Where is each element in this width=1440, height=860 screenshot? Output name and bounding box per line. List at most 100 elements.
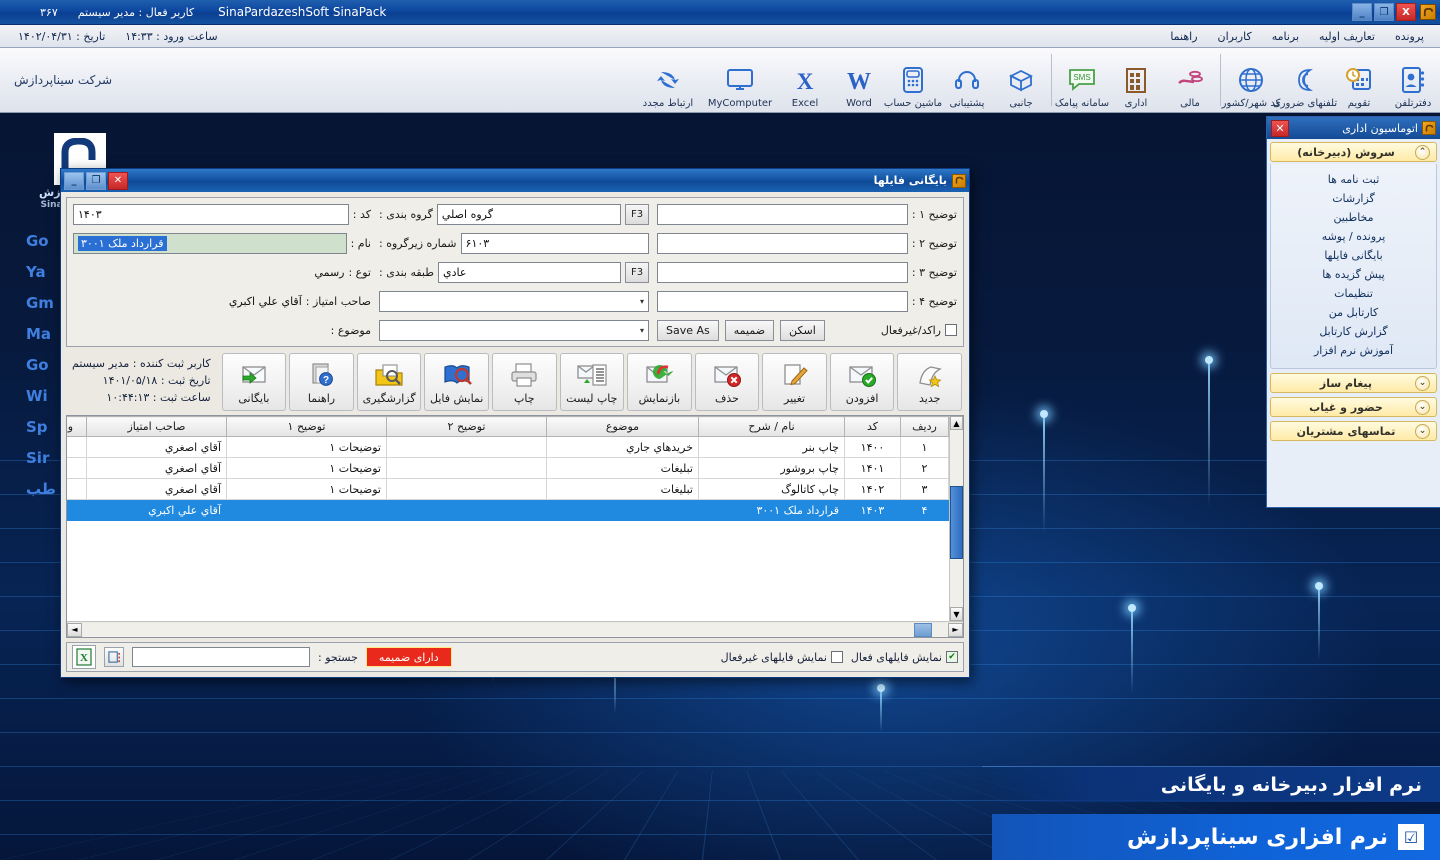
h-scroll-track[interactable] (82, 622, 948, 637)
sidebar-item-settings[interactable]: تنظیمات (1281, 284, 1426, 303)
scroll-thumb[interactable] (950, 486, 963, 559)
scroll-up-arrow-icon[interactable]: ▲ (950, 416, 963, 430)
table-row[interactable]: ۱ ۱۴۰۰ چاپ بنر خریدهاي جاري توضیحات ۱ آق… (67, 436, 949, 458)
sidebar-section-soroush[interactable]: ⌃ سروش (دبیرخانه) (1270, 142, 1437, 162)
toolbar-button-administrative[interactable]: اداری (1109, 48, 1163, 112)
toolbar-button-word[interactable]: W Word (832, 48, 886, 112)
sidebar-item-folder[interactable]: پرونده / پوشه (1281, 227, 1426, 246)
chevron-down-icon[interactable]: ⌄ (1415, 423, 1430, 439)
minimize-button[interactable]: _ (1352, 3, 1372, 21)
desc1-input[interactable] (657, 203, 908, 225)
action-refresh[interactable]: بازنمایش (627, 353, 692, 411)
dialog-title-bar[interactable]: بایگانی فایلها _ ❐ ✕ (61, 169, 969, 192)
grid-horizontal-scrollbar[interactable]: ◄ ► (67, 621, 963, 637)
toolbar-button-emergency-phones[interactable]: تلفنهای ضروری (1273, 48, 1337, 112)
menu-item-taarif-avalieh[interactable]: تعاریف اولیه (1309, 28, 1385, 45)
action-reporting[interactable]: گزارشگیری (356, 353, 422, 411)
action-view-file[interactable]: نمایش فایل (424, 353, 489, 411)
owner-select[interactable]: ▾ (379, 290, 649, 312)
sidebar-item-file-archive[interactable]: بایگانی فایلها (1281, 246, 1426, 265)
sidebar-item-software-training[interactable]: آموزش نرم افزار (1281, 341, 1426, 360)
toolbar-button-financial[interactable]: مالی (1163, 48, 1217, 112)
sidebar-item-my-cartable[interactable]: کارتابل من (1281, 303, 1426, 322)
action-archive[interactable]: بایگانی (221, 353, 287, 411)
sidebar-item-contacts[interactable]: مخاطبین (1281, 208, 1426, 227)
main-toolbar[interactable]: دفترتلفن تقویم تلفنهای ضروری کد شهر/کشور (0, 48, 1440, 113)
scroll-down-arrow-icon[interactable]: ▼ (950, 607, 963, 621)
toolbar-button-excel[interactable]: X Excel (778, 48, 832, 112)
menu-item-karbaran[interactable]: کاربران (1208, 28, 1262, 45)
maximize-button[interactable]: ❐ (1374, 3, 1394, 21)
h-scroll-thumb[interactable] (914, 622, 932, 637)
toolbar-button-city-country-code[interactable]: کد شهر/کشور (1222, 48, 1280, 112)
table-row[interactable]: ۳ ۱۴۰۲ چاپ کاتالوگ تبلیغات توضیحات ۱ آقا… (67, 478, 949, 500)
action-new[interactable]: جدید (897, 353, 962, 411)
sidebar-item-presets[interactable]: پیش گزیده ها (1281, 265, 1426, 284)
desc2-input[interactable] (657, 232, 908, 254)
chevron-down-icon[interactable]: ⌄ (1415, 375, 1430, 391)
col-subject[interactable]: موضوع (546, 416, 699, 437)
name-input[interactable]: قرارداد ملک ۳۰۰۱ (73, 232, 347, 254)
menu-item-barnameh[interactable]: برنامه (1262, 28, 1309, 45)
table-row[interactable]: ۲ ۱۴۰۱ چاپ بروشور تبلیغات توضیحات ۱ آقاي… (67, 457, 949, 479)
has-attachment-filter-button[interactable]: دارای ضمیمه (365, 647, 452, 667)
sidebar-item-cartable-report[interactable]: گزارش کارتابل (1281, 322, 1426, 341)
menu-item-parvandeh[interactable]: پرونده (1385, 28, 1434, 45)
action-add[interactable]: افزودن (829, 353, 895, 411)
col-desc-partial[interactable]: وضیح (67, 416, 87, 437)
subject-select[interactable]: ▾ (379, 319, 649, 341)
group-input[interactable]: گروه اصلي (436, 203, 621, 225)
code-input[interactable]: ۱۴۰۳ (73, 203, 349, 225)
col-name[interactable]: نام / شرح (698, 416, 845, 437)
toolbar-button-calendar[interactable]: تقویم (1332, 48, 1386, 112)
save-as-button[interactable]: Save As (657, 319, 719, 341)
table-row-selected[interactable]: ۴ ۱۴۰۳ قرارداد ملک ۳۰۰۱ آقاي علي اکبري (67, 499, 949, 521)
chevron-up-icon[interactable]: ⌃ (1415, 144, 1430, 160)
excel-export-icon[interactable]: X (72, 645, 96, 669)
side-panel-close-icon[interactable]: ✕ (1271, 119, 1289, 137)
group-f3-button[interactable]: F3 (625, 203, 649, 225)
classification-f3-button[interactable]: F3 (625, 261, 649, 283)
show-inactive-files-group[interactable]: نمایش فایلهای غیرفعال (721, 651, 843, 664)
action-print[interactable]: چاپ (491, 353, 557, 411)
sidebar-item-register-letters[interactable]: ثبت نامه ها (1281, 170, 1426, 189)
scan-button[interactable]: اسکن (780, 319, 825, 341)
desc4-input[interactable] (657, 290, 908, 312)
chevron-down-icon[interactable]: ⌄ (1415, 399, 1430, 415)
dialog-window-controls[interactable]: _ ❐ ✕ (64, 171, 128, 190)
col-owner[interactable]: صاحب امتیاز (86, 416, 227, 437)
sidebar-section-message-builder[interactable]: ⌄ پیغام ساز (1270, 373, 1437, 393)
action-edit[interactable]: تغییر (762, 353, 827, 411)
col-code[interactable]: کد (844, 416, 901, 437)
grid-settings-icon[interactable] (104, 647, 124, 667)
window-controls[interactable]: _ ❐ X (1348, 3, 1416, 21)
action-delete[interactable]: حذف (694, 353, 760, 411)
inactive-checkbox[interactable] (945, 324, 957, 336)
col-desc1[interactable]: توضیح ۱ (226, 416, 387, 437)
scroll-track[interactable] (950, 430, 963, 607)
close-button[interactable]: X (1396, 3, 1416, 21)
show-active-files-checkbox[interactable]: ✔ (946, 651, 958, 663)
sidebar-section-customer-calls[interactable]: ⌄ تماسهای مشتریان (1270, 421, 1437, 441)
grid-vertical-scrollbar[interactable]: ▲ ▼ (949, 416, 963, 621)
toolbar-button-mycomputer[interactable]: MyComputer (702, 48, 778, 112)
scroll-right-arrow-icon[interactable]: ► (948, 622, 963, 637)
show-active-files-group[interactable]: ✔ نمایش فایلهای فعال (851, 651, 958, 664)
toolbar-button-support[interactable]: پشتیبانی (940, 48, 994, 112)
inactive-checkbox-group[interactable]: راکد/غیرفعال (881, 324, 957, 337)
sidebar-section-attendance[interactable]: ⌄ حضور و غیاب (1270, 397, 1437, 417)
search-input[interactable] (132, 647, 310, 667)
toolbar-button-calculator[interactable]: ماشین حساب (884, 48, 942, 112)
show-inactive-files-checkbox[interactable] (830, 651, 843, 663)
classification-input[interactable]: عادي (438, 261, 621, 283)
subgroup-input[interactable]: ۶۱۰۳ (460, 232, 649, 254)
col-desc2[interactable]: توضیح ۲ (386, 416, 547, 437)
desc3-input[interactable] (657, 261, 908, 283)
toolbar-button-accessories[interactable]: جانبی (994, 48, 1048, 112)
dialog-maximize-button[interactable]: ❐ (86, 171, 106, 190)
menu-item-rahnama[interactable]: راهنما (1160, 28, 1207, 45)
action-help[interactable]: ? راهنما (289, 353, 354, 411)
action-print-list[interactable]: چاپ لیست (559, 353, 625, 411)
attachment-button[interactable]: ضمیمه (724, 319, 775, 341)
toolbar-button-reconnect[interactable]: ارتباط مجدد (634, 48, 702, 112)
